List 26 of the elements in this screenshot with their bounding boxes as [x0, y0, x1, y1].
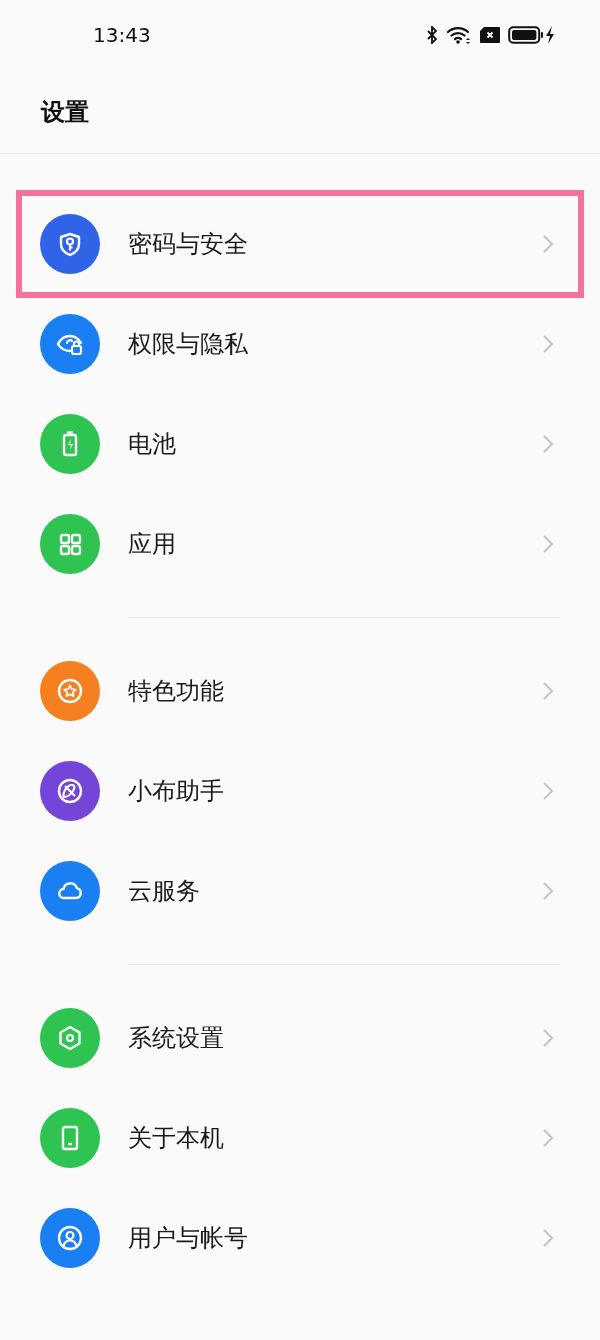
chevron-icon	[542, 781, 554, 801]
settings-row[interactable]: 系统设置	[20, 988, 580, 1088]
settings-row[interactable]: 权限与隐私	[20, 294, 580, 394]
bluetooth-icon	[426, 26, 438, 44]
chevron-icon	[542, 434, 554, 454]
chevron-icon	[542, 881, 554, 901]
page-title: 设置	[41, 96, 89, 128]
chevron-icon	[542, 534, 554, 554]
settings-row[interactable]: 云服务	[20, 841, 580, 941]
settings-row[interactable]: 小布助手	[20, 741, 580, 841]
chevron-icon	[542, 334, 554, 354]
settings-row[interactable]: 用户与帐号	[20, 1188, 580, 1288]
settings-row[interactable]: 关于本机	[20, 1088, 580, 1188]
settings-row[interactable]: 密码与安全	[20, 194, 580, 294]
sim-card-icon	[480, 27, 500, 43]
chevron-icon	[542, 1228, 554, 1248]
chevron-icon	[542, 234, 554, 254]
battery-charging-icon	[508, 25, 556, 45]
settings-row[interactable]: 应用	[20, 494, 580, 594]
chevron-icon	[542, 1128, 554, 1148]
settings-row[interactable]: 电池	[20, 394, 580, 494]
settings-row[interactable]: 特色功能	[20, 641, 580, 741]
wifi-icon	[446, 25, 472, 45]
chevron-icon	[542, 1028, 554, 1048]
status-time: 13:43	[93, 22, 151, 49]
chevron-icon	[542, 681, 554, 701]
